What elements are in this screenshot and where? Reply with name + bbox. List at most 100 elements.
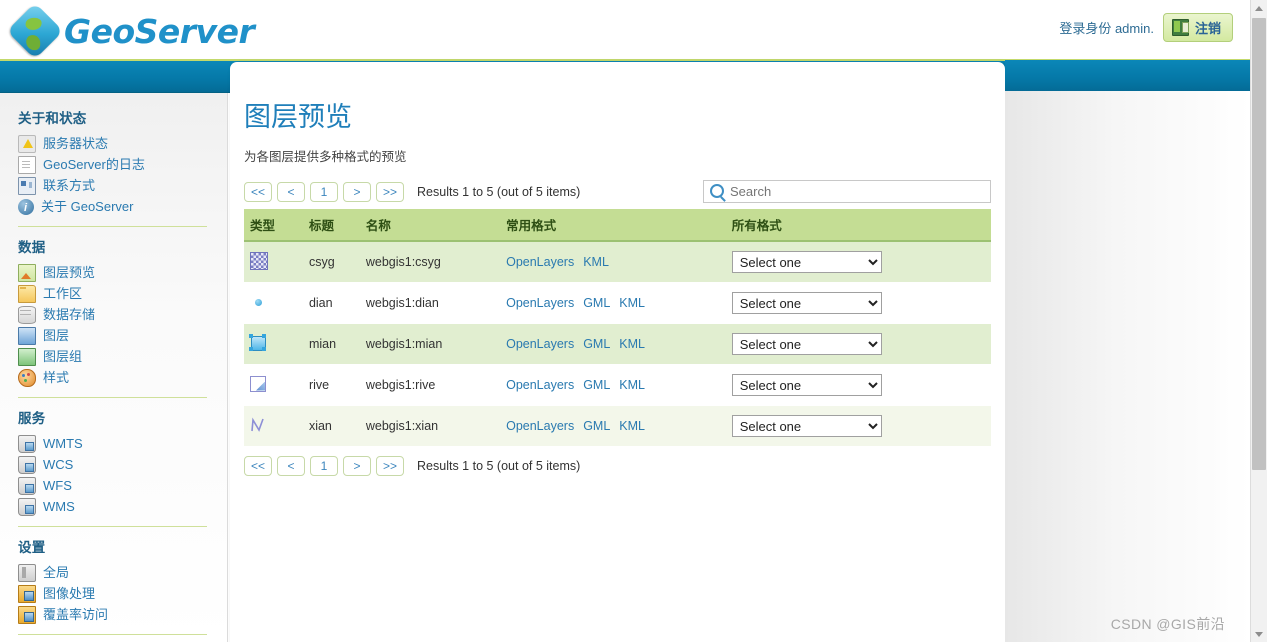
format-link-gml[interactable]: GML: [583, 296, 610, 310]
app-header: GeoServer 登录身份 admin. 注销: [0, 0, 1251, 61]
door-exit-icon: [1171, 19, 1189, 36]
cell-name: webgis1:xian: [359, 405, 501, 447]
sidebar-group-data: 数据 图层预览 工作区 数据存储 图层 图层组 样式: [18, 236, 227, 388]
sidebar-item-layer-groups[interactable]: 图层组: [18, 346, 227, 367]
table-body: csyg webgis1:csyg OpenLayers KML Select o…: [244, 241, 991, 447]
all-formats-select[interactable]: Select one: [731, 333, 882, 355]
format-link-openlayers[interactable]: OpenLayers: [506, 296, 574, 310]
right-background-area: [1005, 91, 1251, 642]
warning-icon: [18, 134, 36, 153]
table-header: 类型 标题 名称 常用格式 所有格式: [244, 209, 991, 242]
cell-common-formats: OpenLayers GML KML: [500, 364, 726, 406]
format-link-gml[interactable]: GML: [583, 378, 610, 392]
format-link-kml[interactable]: KML: [619, 337, 645, 351]
sidebar-item-label: GeoServer的日志: [43, 157, 145, 172]
cell-name: webgis1:dian: [359, 282, 501, 324]
document-icon: [18, 155, 36, 174]
geoserver-logo[interactable]: GeoServer: [6, 2, 255, 60]
sidebar-item-contact[interactable]: 联系方式: [18, 175, 227, 196]
pager-first-button-bottom[interactable]: <<: [244, 456, 273, 476]
sidebar-item-global[interactable]: 全局: [18, 562, 227, 583]
pager-page-1-button-bottom[interactable]: 1: [310, 456, 339, 476]
sidebar-item-wfs[interactable]: WFS: [18, 475, 227, 496]
table-row: rive webgis1:rive OpenLayers GML KML Selec…: [244, 364, 991, 406]
logout-button[interactable]: 注销: [1162, 13, 1233, 42]
pager-last-button[interactable]: >>: [376, 181, 405, 202]
sidebar-item-layer-preview[interactable]: 图层预览: [18, 262, 227, 283]
sidebar-item-datastores[interactable]: 数据存储: [18, 304, 227, 325]
table-row: xian webgis1:xian OpenLayers GML KML Selec…: [244, 405, 991, 447]
sidebar-group-title: 关于和状态: [18, 111, 87, 126]
format-link-gml[interactable]: GML: [583, 419, 610, 433]
pager-page-1-button[interactable]: 1: [310, 181, 339, 202]
raster-layer-icon: [250, 251, 268, 270]
page-title: 图层预览: [244, 102, 352, 132]
format-link-openlayers[interactable]: OpenLayers: [506, 378, 574, 392]
all-formats-select[interactable]: Select one: [731, 292, 882, 314]
sidebar-item-workspaces[interactable]: 工作区: [18, 283, 227, 304]
sidebar-item-label: WMS: [43, 499, 75, 514]
column-header-type[interactable]: 类型: [244, 209, 303, 242]
all-formats-select[interactable]: Select one: [731, 415, 882, 437]
sidebar-item-label: 工作区: [43, 286, 83, 301]
pager-results-text: Results 1 to 5 (out of 5 items): [417, 184, 581, 199]
sidebar-item-label: 图层: [43, 328, 70, 343]
sidebar-group-services: 服务 WMTS WCS WFS WMS: [18, 407, 227, 517]
nav-bar-right-segment: [1005, 60, 1251, 91]
table-row: mian webgis1:mian OpenLayers GML KML Selec…: [244, 323, 991, 365]
sidebar-item-wmts[interactable]: WMTS: [18, 433, 227, 454]
sidebar-divider: [18, 226, 207, 227]
sidebar-item-image-processing[interactable]: 图像处理: [18, 583, 227, 604]
scroll-down-arrow-icon[interactable]: [1251, 626, 1267, 642]
service-icon: [18, 434, 36, 453]
all-formats-select[interactable]: Select one: [731, 374, 882, 396]
pager-next-button-bottom[interactable]: >: [343, 456, 372, 476]
sidebar-group-title: 数据: [18, 240, 46, 255]
vertical-scrollbar[interactable]: [1250, 0, 1267, 642]
pager-first-button[interactable]: <<: [244, 181, 273, 202]
sidebar-item-about-geoserver[interactable]: 关于 GeoServer: [18, 196, 227, 218]
format-link-kml[interactable]: KML: [619, 419, 645, 433]
sidebar-item-label: 数据存储: [43, 307, 96, 322]
pager-next-button[interactable]: >: [343, 181, 372, 202]
sidebar-item-server-status[interactable]: 服务器状态: [18, 133, 227, 154]
cell-type: [244, 241, 303, 283]
raster-layer-icon-2: [250, 375, 266, 392]
pager-prev-button[interactable]: <: [277, 181, 306, 202]
cell-all-formats: Select one: [725, 323, 991, 365]
sidebar-group-title: 服务: [18, 411, 46, 426]
brand-title: GeoServer: [64, 11, 255, 51]
format-link-openlayers[interactable]: OpenLayers: [506, 255, 574, 269]
sidebar-item-styles[interactable]: 样式: [18, 367, 227, 388]
pager-prev-button-bottom[interactable]: <: [277, 456, 306, 476]
table-row: dian webgis1:dian OpenLayers GML KML Selec…: [244, 282, 991, 324]
column-header-all-formats[interactable]: 所有格式: [725, 209, 991, 242]
service-icon: [18, 455, 36, 474]
all-formats-select[interactable]: Select one: [731, 251, 882, 273]
scrollbar-thumb[interactable]: [1252, 18, 1266, 470]
service-icon: [18, 497, 36, 516]
format-link-kml[interactable]: KML: [619, 378, 645, 392]
sidebar-item-label: WMTS: [43, 436, 83, 451]
sidebar-item-wcs[interactable]: WCS: [18, 454, 227, 475]
format-link-kml[interactable]: KML: [619, 296, 645, 310]
format-link-kml[interactable]: KML: [583, 255, 609, 269]
format-link-openlayers[interactable]: OpenLayers: [506, 419, 574, 433]
pager-top: << < 1 > >> Results 1 to 5 (out of 5 ite…: [244, 181, 581, 202]
sidebar-item-geoserver-logs[interactable]: GeoServer的日志: [18, 154, 227, 175]
column-header-name[interactable]: 名称: [359, 209, 501, 242]
scroll-up-arrow-icon[interactable]: [1251, 0, 1267, 16]
sidebar-item-coverage-access[interactable]: 覆盖率访问: [18, 604, 227, 625]
sidebar-item-layers[interactable]: 图层: [18, 325, 227, 346]
sidebar-item-wms[interactable]: WMS: [18, 496, 227, 517]
search-input[interactable]: [703, 180, 991, 203]
database-icon: [18, 305, 36, 324]
format-link-openlayers[interactable]: OpenLayers: [506, 337, 574, 351]
column-header-title[interactable]: 标题: [302, 209, 360, 242]
table-toolbar: << < 1 > >> Results 1 to 5 (out of 5 ite…: [244, 180, 991, 203]
pager-last-button-bottom[interactable]: >>: [376, 456, 405, 476]
cell-title: rive: [302, 364, 360, 406]
format-link-gml[interactable]: GML: [583, 337, 610, 351]
column-header-common-formats[interactable]: 常用格式: [500, 209, 726, 242]
sidebar-item-label: 图层组: [43, 349, 83, 364]
